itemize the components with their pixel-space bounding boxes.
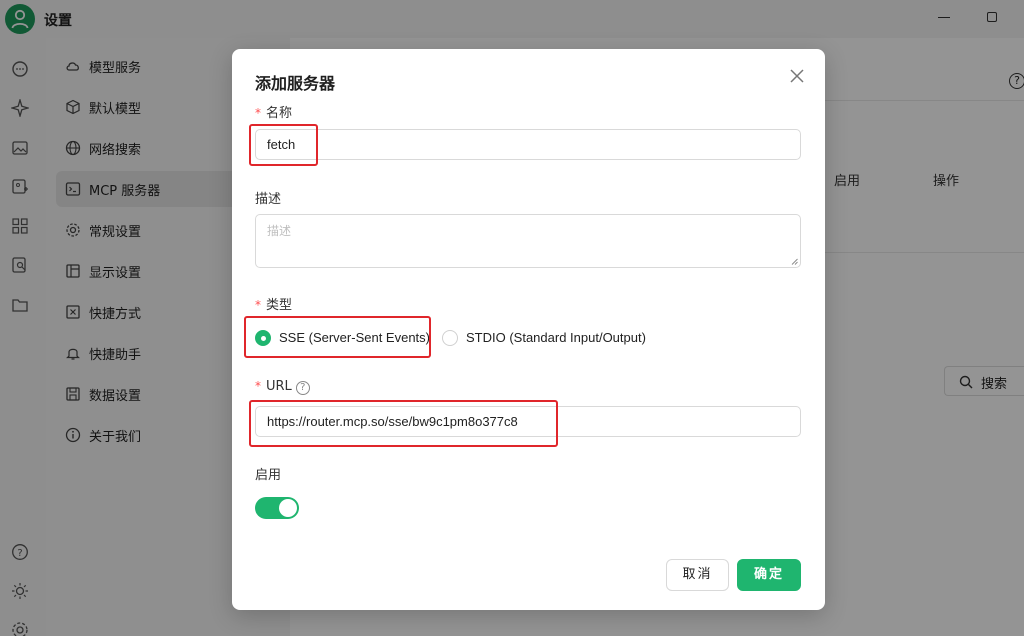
cancel-button[interactable]: 取消 (666, 559, 729, 591)
close-icon[interactable] (789, 68, 805, 84)
enable-toggle[interactable] (255, 497, 299, 519)
description-input[interactable]: 描述 (255, 214, 801, 268)
confirm-button[interactable]: 确定 (737, 559, 801, 591)
type-label: * 类型 (255, 298, 293, 313)
toggle-knob (279, 499, 297, 517)
radio-unchecked-icon (442, 330, 458, 346)
description-label: 描述 (255, 192, 282, 207)
radio-stdio-label: STDIO (Standard Input/Output) (466, 330, 646, 345)
help-icon[interactable]: ? (295, 381, 310, 395)
resize-handle-icon[interactable] (791, 258, 798, 265)
radio-checked-icon (255, 330, 271, 346)
name-label: * 名称 (255, 106, 293, 121)
description-placeholder: 描述 (267, 224, 292, 238)
name-input[interactable]: fetch (255, 129, 801, 160)
url-label: * URL? (255, 379, 310, 395)
add-server-dialog: 添加服务器 * 名称 fetch 描述 描述 * 类型 SSE (Server-Se… (232, 49, 825, 610)
dialog-title: 添加服务器 (255, 74, 336, 93)
enable-label: 启用 (255, 468, 282, 483)
url-input[interactable]: https://router.mcp.so/sse/bw9c1pm8o377c8 (255, 406, 801, 437)
radio-sse-label: SSE (Server-Sent Events) (279, 330, 430, 345)
